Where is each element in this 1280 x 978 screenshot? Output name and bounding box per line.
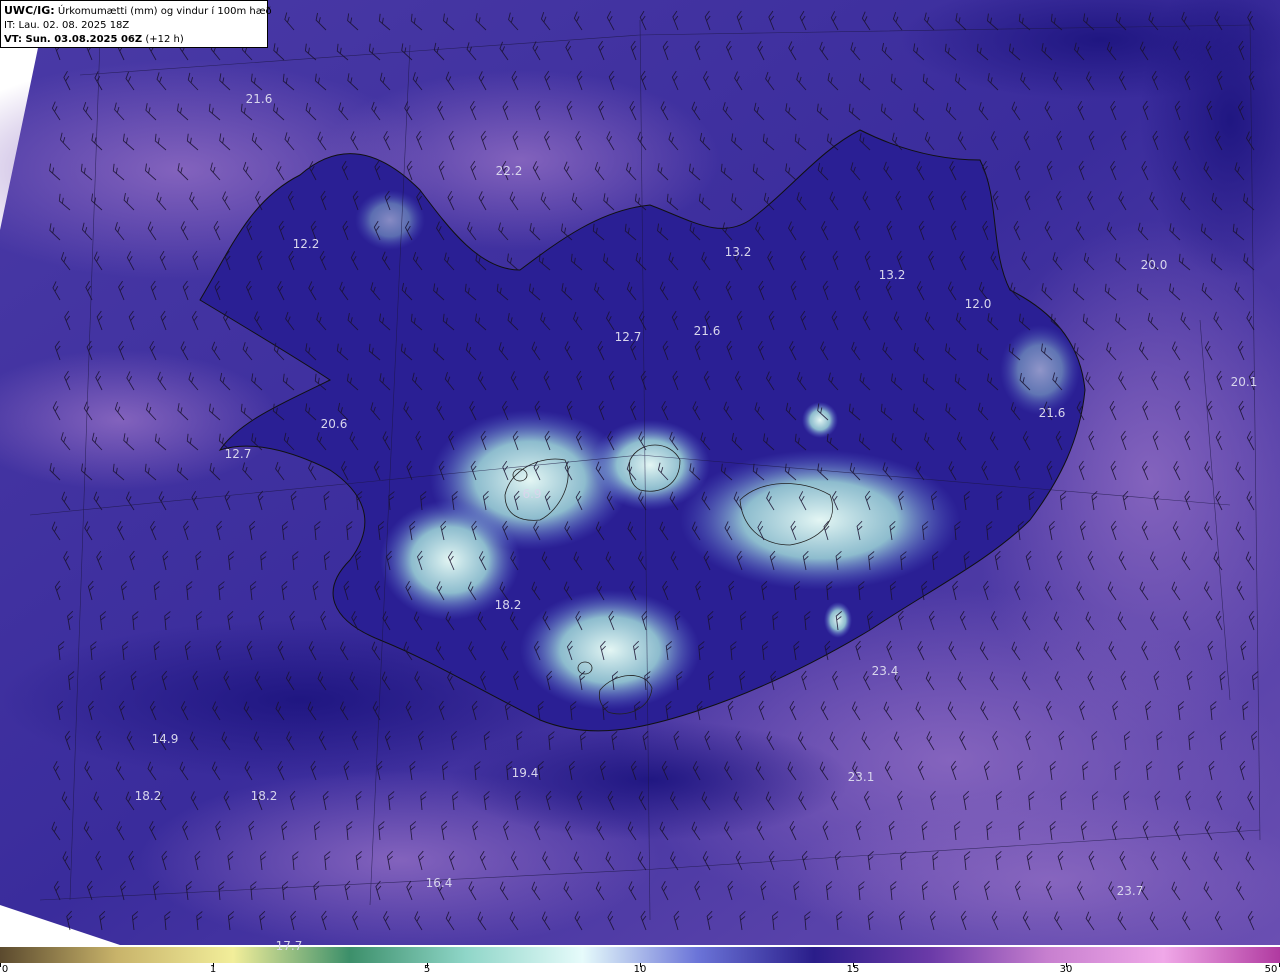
value-label: 6.9 [522,487,542,501]
value-label: 21.6 [693,324,721,338]
value-label: 23.7 [1116,884,1144,898]
value-label: 20.0 [1140,258,1168,272]
color-scale-gradient [0,947,1280,963]
scale-tick-label: 5 [423,964,431,975]
value-label: 12.7 [224,447,252,461]
map-title: Úrkomumætti (mm) og vindur í 100m hæð [57,6,272,17]
map-canvas [0,0,1280,945]
value-label: 17.7 [275,939,303,953]
model-name: UWC/IG: [4,4,55,17]
value-label: 21.6 [1038,406,1066,420]
map-info-box: UWC/IG: Úrkomumætti (mm) og vindur í 100… [0,0,272,48]
scale-tick-label: 10 [633,964,647,975]
color-scale-bar: 0 1 5 10 15 30 50 [0,945,1280,978]
scale-tick-label: 1 [209,964,217,975]
scale-tick-label: 0 [1,964,9,975]
value-label: 18.2 [134,789,162,803]
value-label: 18.2 [250,789,278,803]
value-label: 12.2 [292,237,320,251]
forecast-lead: (+12 h) [145,34,184,45]
value-label: 20.6 [320,417,348,431]
init-time: IT: Lau. 02. 08. 2025 18Z [4,20,130,31]
value-label: 13.2 [878,268,906,282]
valid-time: VT: Sun. 03.08.2025 06Z [4,34,143,45]
value-label: 21.6 [245,92,273,106]
value-label: 14.9 [151,732,179,746]
value-label: 18.2 [494,598,522,612]
value-label: 12.0 [964,297,992,311]
value-label: 12.7 [614,330,642,344]
value-label: 23.1 [847,770,875,784]
value-label: 20.1 [1230,375,1258,389]
value-label: 19.4 [511,766,539,780]
scale-tick-label: 50 [1264,964,1278,975]
scale-tick-label: 15 [846,964,860,975]
valid-time-line: VT: Sun. 03.08.2025 06Z (+12 h) [4,33,263,47]
value-label: 22.2 [495,164,523,178]
map-title-line: UWC/IG: Úrkomumætti (mm) og vindur í 100… [4,4,272,19]
forecast-map [0,0,1280,945]
value-label: 16.4 [425,876,453,890]
value-label: 13.2 [724,245,752,259]
scale-tick-label: 30 [1059,964,1073,975]
value-label: 23.4 [871,664,899,678]
